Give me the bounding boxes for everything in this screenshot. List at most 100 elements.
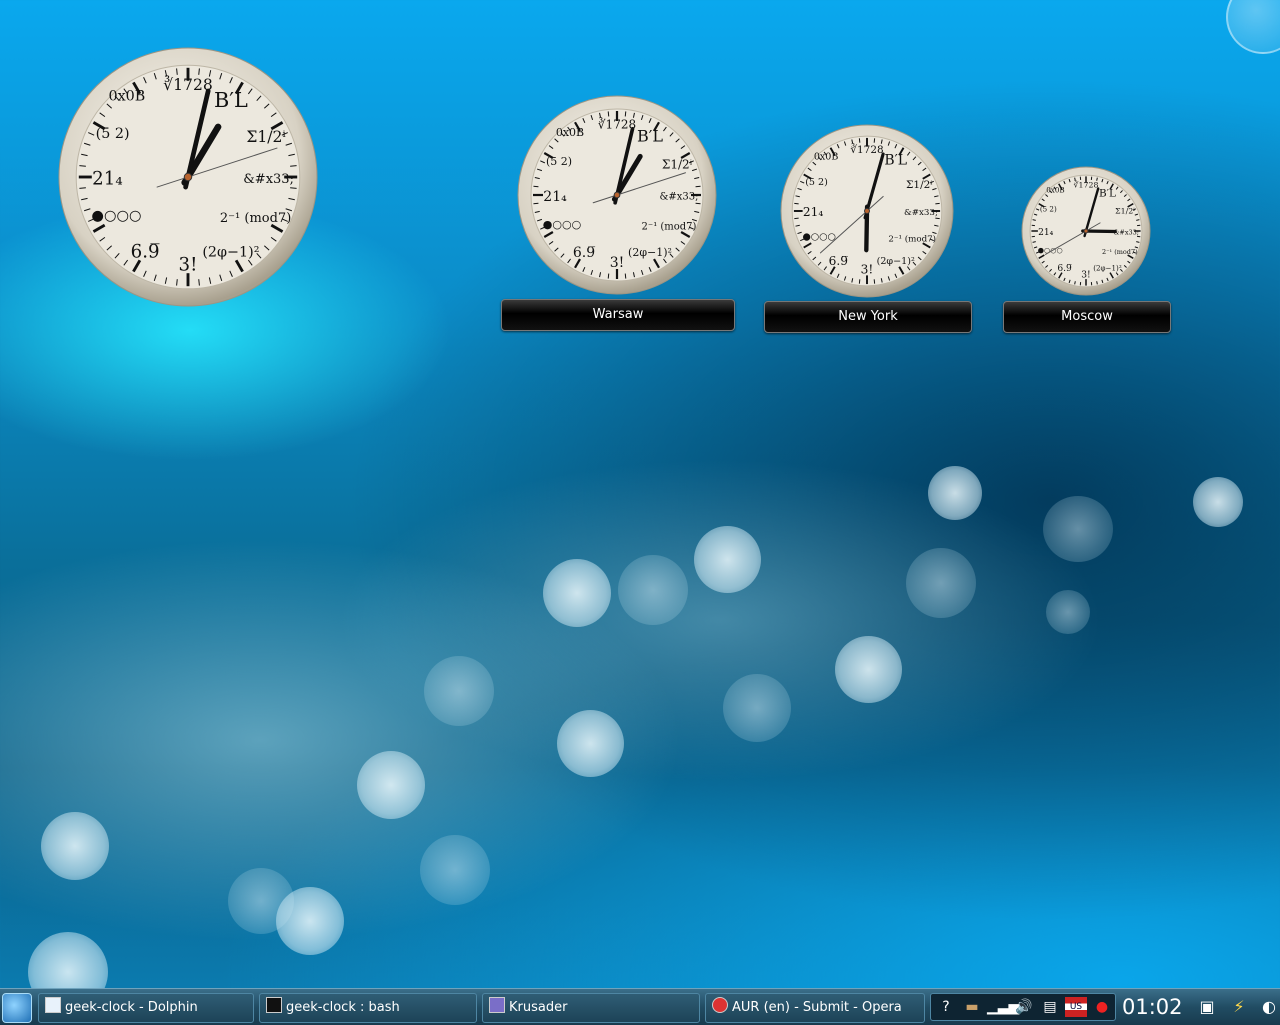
clock-tick	[696, 203, 701, 204]
clock-tick	[290, 188, 296, 189]
clock-center-pin	[865, 209, 870, 214]
clock-city-label-warsaw: Warsaw	[501, 299, 735, 331]
bokeh-light	[906, 548, 976, 618]
bokeh-light	[723, 674, 791, 742]
clock-city-label-new-york: New York	[764, 301, 972, 333]
krusader-icon	[489, 997, 505, 1013]
bokeh-light	[420, 835, 490, 905]
battery-power-icon[interactable]: ⚡	[1228, 995, 1250, 1019]
face-label-binomial-10: (5 2)	[546, 155, 572, 168]
clock-tick	[290, 166, 296, 167]
geek-clock-widget-new-york[interactable]: 0x0B∛1728B′LΣ1/2ⁱ&#x33;2⁻¹ (mod7)(2φ−1)²…	[780, 124, 954, 298]
bokeh-light	[1046, 590, 1090, 634]
face-label-repeating-7: 6.9̅	[573, 245, 595, 261]
face-label-repeating-7: 6.9̅	[131, 241, 160, 262]
face-label-inverse-4: 2⁻¹ (mod7)	[642, 222, 697, 233]
clock-tick	[1033, 242, 1036, 243]
face-label-entity-3: &#x33;	[659, 192, 698, 203]
face-label-cuberoot-12: ∛1728	[598, 117, 636, 132]
desktop-toolbox-icon[interactable]	[1226, 0, 1280, 54]
bokeh-light	[694, 526, 761, 593]
face-label-sum-2: Σ1/2ⁱ	[662, 158, 693, 172]
clock-tick	[625, 274, 626, 279]
bokeh-light	[276, 887, 344, 955]
clock-tick	[199, 68, 200, 74]
face-label-sum-2: Σ1/2ⁱ	[906, 179, 932, 191]
application-launcher-icon[interactable]	[2, 993, 32, 1023]
face-label-golden-5: (2φ−1)²	[1093, 264, 1122, 273]
bokeh-light	[557, 710, 624, 777]
face-label-factorial-6: 3!	[610, 255, 625, 271]
clock-tick	[1136, 242, 1139, 243]
face-label-inverse-4: 2⁻¹ (mod7)	[220, 211, 291, 226]
clock-tick	[199, 279, 200, 285]
bokeh-light	[543, 559, 611, 627]
task-button-opera[interactable]: AUR (en) - Submit - Opera	[705, 993, 925, 1023]
digital-clock[interactable]: 01:02	[1122, 991, 1183, 1023]
face-label-entity-3: &#x33;	[904, 208, 938, 218]
bokeh-light	[928, 466, 982, 520]
face-label-factorial-6: 3!	[179, 254, 198, 275]
geek-clock-widget[interactable]: 0x0B ∛1728B′L Σ1/2ⁱ &#x33; 2⁻¹ (mod7) (2φ−1)²…	[58, 47, 318, 307]
task-label: AUR (en) - Submit - Opera	[732, 1000, 902, 1015]
task-label: Krusader	[509, 1000, 567, 1015]
clipboard-icon[interactable]: ▤	[1039, 997, 1061, 1017]
face-label-b-prime-1: B′L	[1099, 187, 1116, 199]
face-label-inverse-4: 2⁻¹ (mod7)	[888, 233, 936, 244]
task-button-krusader[interactable]: Krusader	[482, 993, 700, 1023]
terminal-icon	[266, 997, 282, 1013]
pacman-ghost-icon[interactable]: ●	[1091, 997, 1113, 1017]
face-label-entity-3: &#x33;	[243, 172, 294, 187]
bokeh-light	[1193, 477, 1243, 527]
volume-icon[interactable]: 🔊	[1013, 997, 1035, 1017]
face-label-b-prime-1: B′L	[637, 127, 663, 146]
system-tray: ? ▬ ▁▃▅ 🔊 ▤ US ●	[930, 993, 1116, 1021]
clock-tick	[608, 274, 609, 279]
clock-face: 0x0B ∛1728B′L Σ1/2ⁱ &#x33; 2⁻¹ (mod7) (2φ−1)²…	[58, 47, 318, 307]
face-label-cuberoot-12: ∛1728	[1074, 180, 1099, 190]
panel-taskbar: geek-clock - Dolphin geek-clock : bash K…	[0, 988, 1280, 1025]
bokeh-light	[357, 751, 425, 819]
desktop-show-icon[interactable]: ▣	[1196, 995, 1218, 1019]
face-label-hex-11: 0x0B	[109, 88, 146, 104]
help-icon[interactable]: ?	[935, 997, 957, 1017]
face-label-binomial-10: (5 2)	[1040, 205, 1057, 214]
face-label-binary-8: ●○○○	[802, 232, 835, 243]
geek-clock-widget-warsaw[interactable]: 0x0B ∛1728B′L Σ1/2ⁱ &#x33; 2⁻¹ (mod7) (2φ−1)²…	[517, 95, 717, 295]
face-label-hex-11: 0x0B	[1046, 186, 1064, 195]
face-label-base4-9: 21₄	[803, 205, 823, 219]
clock-face: 0x0B∛1728B′LΣ1/2ⁱ&#x33;2⁻¹ (mod7)(2φ−1)²…	[1021, 166, 1151, 296]
face-label-golden-5: (2φ−1)²	[628, 246, 672, 259]
clock-tick	[625, 111, 626, 116]
face-label-repeating-7: 6.9̅	[1057, 264, 1072, 274]
face-label-binomial-10: (5 2)	[805, 177, 828, 188]
wallet-icon[interactable]: ▬	[961, 997, 983, 1017]
face-label-b-prime-1: B′L	[214, 88, 248, 112]
panel-toolbox-icon[interactable]: ◐	[1258, 995, 1280, 1019]
face-label-hex-11: 0x0B	[814, 152, 839, 163]
face-label-binary-8: ●○○○	[92, 208, 142, 224]
bokeh-light	[618, 555, 688, 625]
bokeh-light	[835, 636, 902, 703]
clock-center-pin	[1084, 229, 1088, 233]
clock-tick	[177, 279, 178, 285]
face-label-inverse-4: 2⁻¹ (mod7)	[1102, 248, 1138, 256]
face-label-b-prime-1: B′L	[884, 153, 907, 169]
task-button-dolphin[interactable]: geek-clock - Dolphin	[38, 993, 254, 1023]
keyboard-layout-us-icon[interactable]: US	[1065, 997, 1087, 1017]
bokeh-light	[41, 812, 109, 880]
clock-tick	[177, 68, 178, 74]
face-label-hex-11: 0x0B	[556, 126, 584, 139]
clock-tick	[696, 186, 701, 187]
dolphin-icon	[45, 997, 61, 1013]
face-label-cuberoot-12: ∛1728	[163, 75, 213, 94]
network-signal-icon[interactable]: ▁▃▅	[987, 997, 1009, 1017]
clock-tick	[533, 186, 538, 187]
opera-icon	[712, 997, 728, 1013]
clock-tick	[1075, 281, 1076, 284]
geek-clock-widget-moscow[interactable]: 0x0B∛1728B′LΣ1/2ⁱ&#x33;2⁻¹ (mod7)(2φ−1)²…	[1021, 166, 1151, 296]
task-label: geek-clock - Dolphin	[65, 1000, 198, 1015]
face-label-golden-5: (2φ−1)²	[202, 244, 259, 260]
face-label-sum-2: Σ1/2ⁱ	[246, 128, 285, 146]
task-button-bash[interactable]: geek-clock : bash	[259, 993, 477, 1023]
